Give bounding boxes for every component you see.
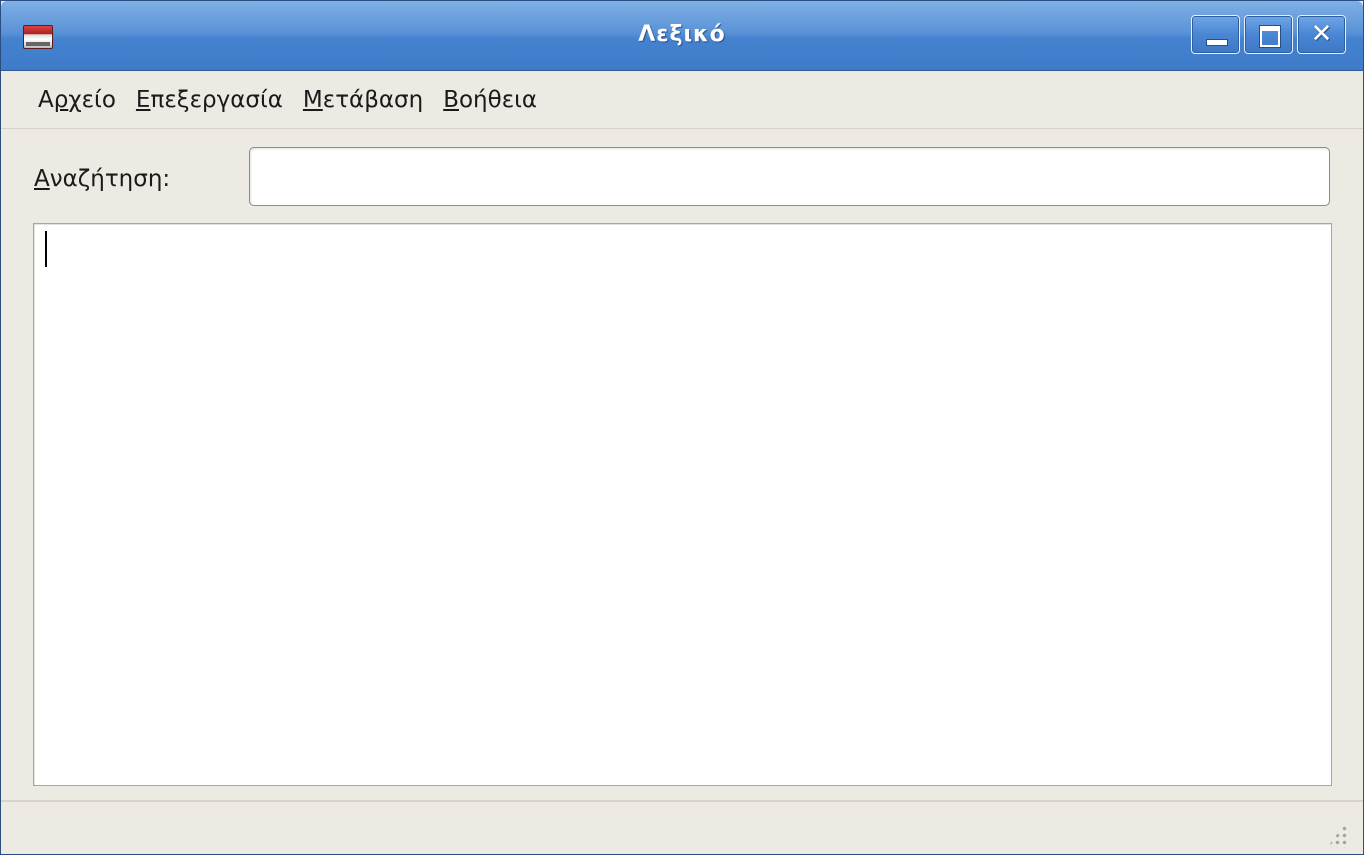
minimize-button[interactable] (1191, 15, 1240, 54)
maximize-button[interactable] (1244, 15, 1293, 54)
menu-go-mnemonic: Μ (302, 86, 323, 113)
menu-bar: Αρχείο Επεξεργασία Μετάβαση Βοήθεια (1, 71, 1363, 129)
menu-file[interactable]: Αρχείο (29, 71, 125, 129)
menu-help-post: οήθεια (458, 86, 538, 113)
close-icon: ✕ (1310, 19, 1333, 49)
definition-text-area[interactable] (33, 223, 1332, 786)
search-label-rest: ναζήτηση: (49, 166, 171, 192)
menu-file-pre: Α (38, 86, 54, 113)
menu-file-mnemonic: ρ (53, 86, 69, 113)
menu-edit[interactable]: Επεξεργασία (127, 71, 292, 129)
menu-go[interactable]: Μετάβαση (294, 71, 432, 129)
text-caret (45, 231, 47, 267)
dictionary-window: Λεξικό ✕ Αρχείο Επεξεργασία Μετάβαση Βοή… (0, 0, 1364, 855)
menu-edit-mnemonic: Ε (135, 86, 151, 113)
status-bar (1, 800, 1363, 854)
menu-help[interactable]: Βοήθεια (434, 71, 546, 129)
search-label: Αναζήτηση: (34, 166, 170, 192)
close-button[interactable]: ✕ (1297, 15, 1346, 54)
search-label-mnemonic: Α (34, 166, 50, 192)
resize-grip-icon[interactable] (1327, 818, 1349, 848)
minimize-icon (1192, 16, 1239, 53)
menu-help-mnemonic: Β (443, 86, 459, 113)
maximize-icon (1245, 16, 1292, 53)
menu-go-post: ετάβαση (322, 86, 424, 113)
window-title: Λεξικό (638, 22, 726, 47)
menu-edit-post: πεξεργασία (150, 86, 283, 113)
title-bar[interactable]: Λεξικό ✕ (1, 1, 1363, 71)
window-controls: ✕ (1191, 15, 1346, 54)
search-input[interactable] (249, 147, 1330, 206)
menu-file-post: χείο (68, 86, 116, 113)
